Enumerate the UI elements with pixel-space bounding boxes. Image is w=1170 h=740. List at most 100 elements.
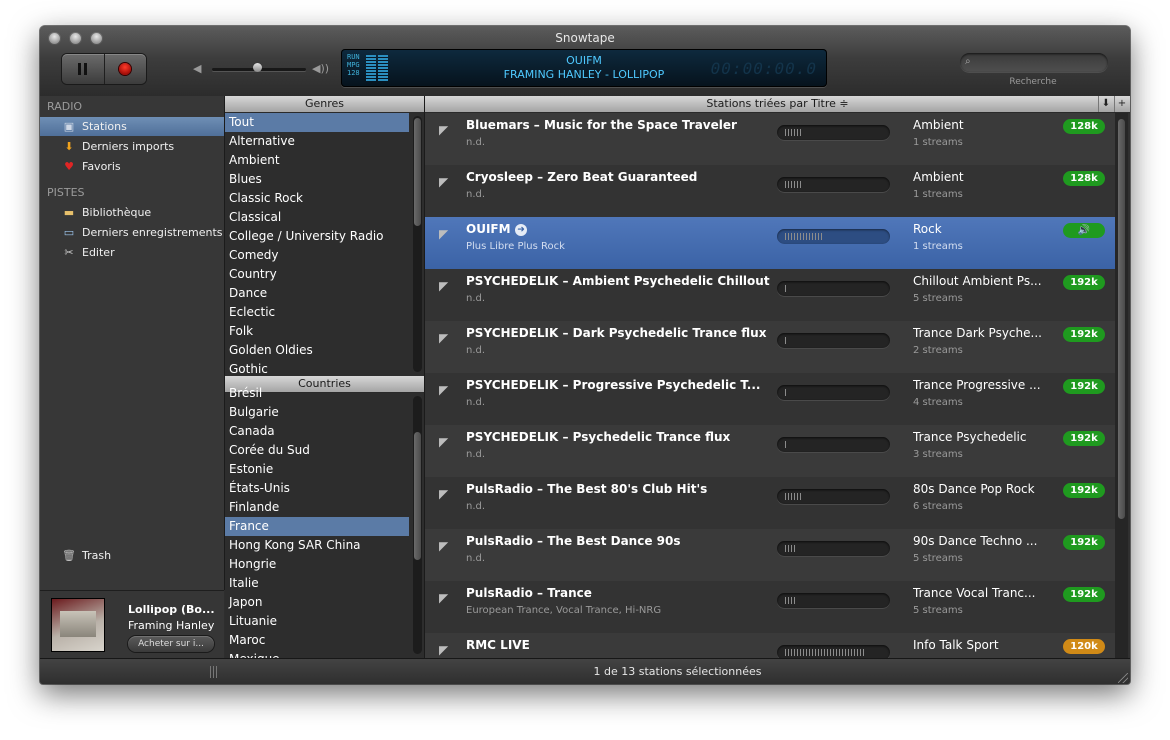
selection-status: 1 de 13 stations sélectionnées bbox=[593, 665, 762, 678]
buy-on-itunes-button[interactable]: Acheter sur i... bbox=[128, 636, 214, 652]
station-row[interactable]: ◤ Cryosleep – Zero Beat Guaranteed n.d. Amb… bbox=[425, 165, 1115, 217]
genre-list-item[interactable]: Classic Rock bbox=[225, 189, 409, 208]
genre-list-item[interactable]: Blues bbox=[225, 170, 409, 189]
lcd-timer: 00:00:00.0 bbox=[710, 59, 817, 78]
search-input[interactable] bbox=[960, 53, 1108, 72]
station-genre: 90s Dance Techno ... bbox=[913, 534, 1038, 548]
genre-list-item[interactable]: Golden Oldies bbox=[225, 341, 409, 360]
station-row[interactable]: ◤ PulsRadio – The Best Dance 90s n.d. 90s D… bbox=[425, 529, 1115, 581]
genre-list-item[interactable]: Comedy bbox=[225, 246, 409, 265]
genres-scrollbar[interactable] bbox=[413, 116, 422, 372]
genre-list-item[interactable]: Tout bbox=[225, 113, 409, 132]
genre-list-item[interactable]: Gothic bbox=[225, 360, 409, 376]
sidebar-item-label: Editer bbox=[82, 246, 115, 259]
stations-sort-header[interactable]: Stations triées par Titre ≑ ⬇ + bbox=[425, 96, 1130, 113]
station-row[interactable]: ◤ PSYCHEDELIK – Progressive Psychedelic T… bbox=[425, 373, 1115, 425]
stations-scrollbar[interactable] bbox=[1115, 113, 1128, 658]
station-description: n.d. bbox=[466, 397, 486, 408]
station-genre: Rock bbox=[913, 222, 942, 236]
country-list-item[interactable]: Hongrie bbox=[225, 555, 409, 574]
country-list-item[interactable]: Italie bbox=[225, 574, 409, 593]
country-list-item[interactable]: Bulgarie bbox=[225, 403, 409, 422]
country-list-item[interactable]: Lituanie bbox=[225, 612, 409, 631]
station-row[interactable]: ◤ PSYCHEDELIK – Ambient Psychedelic Chill… bbox=[425, 269, 1115, 321]
country-list-item[interactable]: Japon bbox=[225, 593, 409, 612]
station-genre: Chillout Ambient Ps... bbox=[913, 274, 1042, 288]
signal-meter bbox=[777, 281, 890, 296]
country-list-item[interactable]: Corée du Sud bbox=[225, 441, 409, 460]
bitrate-badge: 192k bbox=[1063, 483, 1105, 498]
country-list-item[interactable]: Hong Kong SAR China bbox=[225, 536, 409, 555]
genre-list-item[interactable]: Classical bbox=[225, 208, 409, 227]
sidebar-item-editer[interactable]: ✂ Editer bbox=[40, 243, 224, 262]
bitrate-badge: 192k bbox=[1063, 535, 1105, 550]
signal-meter bbox=[777, 229, 890, 244]
volume-slider-knob[interactable] bbox=[253, 63, 262, 72]
broadcast-icon: ◤ bbox=[439, 591, 449, 605]
station-row[interactable]: ◤ PulsRadio – Trance European Trance, Voca… bbox=[425, 581, 1115, 633]
station-name: Cryosleep – Zero Beat Guaranteed bbox=[466, 170, 698, 184]
signal-meter bbox=[777, 645, 890, 658]
volume-high-icon: ◀)) bbox=[312, 62, 330, 75]
country-list-item[interactable]: France bbox=[225, 517, 409, 536]
sidebar-resize-handle[interactable] bbox=[210, 666, 218, 678]
country-list-item[interactable]: Mexique bbox=[225, 650, 409, 658]
record-button[interactable] bbox=[104, 54, 146, 84]
go-arrow-icon[interactable]: ➜ bbox=[515, 224, 527, 236]
signal-meter bbox=[777, 489, 890, 504]
stations-scroll-thumb[interactable] bbox=[1118, 119, 1125, 519]
country-list-item[interactable]: Finlande bbox=[225, 498, 409, 517]
sidebar-section-pistes: PISTES bbox=[47, 186, 85, 199]
sidebar-item-derniers-enregistrements[interactable]: ▭ Derniers enregistrements bbox=[40, 223, 224, 242]
station-row[interactable]: ◤ PulsRadio – The Best 80's Club Hit's n.d… bbox=[425, 477, 1115, 529]
pause-button[interactable] bbox=[62, 54, 105, 84]
station-streams: 1 streams bbox=[913, 137, 963, 148]
genre-list-item[interactable]: Ambient bbox=[225, 151, 409, 170]
snowtape-window: Snowtape ◀ ◀)) RUN MPG 128 OUIFM FRAMING… bbox=[40, 26, 1130, 684]
station-genre: Trance Progressive ... bbox=[913, 378, 1041, 392]
station-row[interactable]: ◤ RMC LIVE Info Talk Sport 120k bbox=[425, 633, 1115, 658]
station-name: OUIFM bbox=[466, 222, 511, 236]
genre-list-item[interactable]: Country bbox=[225, 265, 409, 284]
broadcast-icon: ◤ bbox=[439, 435, 449, 449]
window-title: Snowtape bbox=[555, 31, 615, 45]
country-list-item[interactable]: Maroc bbox=[225, 631, 409, 650]
broadcast-icon: ◤ bbox=[439, 383, 449, 397]
trash-icon: 🗑 bbox=[62, 549, 76, 562]
genre-list-item[interactable]: Eclectic bbox=[225, 303, 409, 322]
genre-list-item[interactable]: College / University Radio bbox=[225, 227, 409, 246]
sidebar-item-label: Derniers enregistrements bbox=[82, 226, 223, 239]
country-list-item[interactable]: Canada bbox=[225, 422, 409, 441]
sidebar-item-derniers-imports[interactable]: ⬇ Derniers imports bbox=[40, 137, 224, 156]
countries-scrollbar[interactable] bbox=[413, 396, 422, 654]
station-name: PSYCHEDELIK – Ambient Psychedelic Chillo… bbox=[466, 274, 770, 288]
genres-header[interactable]: Genres bbox=[225, 96, 424, 113]
country-list-item[interactable]: Estonie bbox=[225, 460, 409, 479]
add-station-icon[interactable]: + bbox=[1114, 96, 1129, 112]
station-row[interactable]: ◤ PSYCHEDELIK – Dark Psychedelic Trance f… bbox=[425, 321, 1115, 373]
station-name: PulsRadio – The Best Dance 90s bbox=[466, 534, 681, 548]
record-icon bbox=[119, 63, 131, 75]
stations-table: Stations triées par Titre ≑ ⬇ + ◤ Bluemar… bbox=[425, 96, 1130, 658]
station-row[interactable]: ◤ PSYCHEDELIK – Psychedelic Trance flux n.… bbox=[425, 425, 1115, 477]
genre-list-item[interactable]: Alternative bbox=[225, 132, 409, 151]
sidebar-item-trash[interactable]: 🗑 Trash bbox=[40, 546, 224, 565]
station-row[interactable]: ◤ OUIFM ➜ Plus Libre Plus Rock Rock 1 streams… bbox=[425, 217, 1115, 269]
window-resize-handle[interactable] bbox=[1118, 673, 1128, 683]
download-icon[interactable]: ⬇ bbox=[1098, 96, 1113, 112]
station-name: PulsRadio – Trance bbox=[466, 586, 592, 600]
country-list-item[interactable]: Brésil bbox=[225, 384, 409, 403]
station-description: n.d. bbox=[466, 449, 486, 460]
station-description: European Trance, Vocal Trance, Hi-NRG bbox=[466, 605, 662, 616]
sidebar-item-favoris[interactable]: ♥ Favoris bbox=[40, 157, 224, 176]
station-row[interactable]: ◤ Bluemars – Music for the Space Traveler… bbox=[425, 113, 1115, 165]
signal-meter bbox=[777, 177, 890, 192]
country-list-item[interactable]: États-Unis bbox=[225, 479, 409, 498]
genre-list-item[interactable]: Folk bbox=[225, 322, 409, 341]
genre-list-item[interactable]: Dance bbox=[225, 284, 409, 303]
sidebar-item-bibliotheque[interactable]: ▬ Bibliothèque bbox=[40, 203, 224, 222]
sidebar-item-stations[interactable]: ▣ Stations bbox=[40, 117, 224, 136]
station-description: n.d. bbox=[466, 553, 486, 564]
countries-scroll-thumb[interactable] bbox=[414, 432, 421, 560]
genres-scroll-thumb[interactable] bbox=[414, 118, 421, 226]
